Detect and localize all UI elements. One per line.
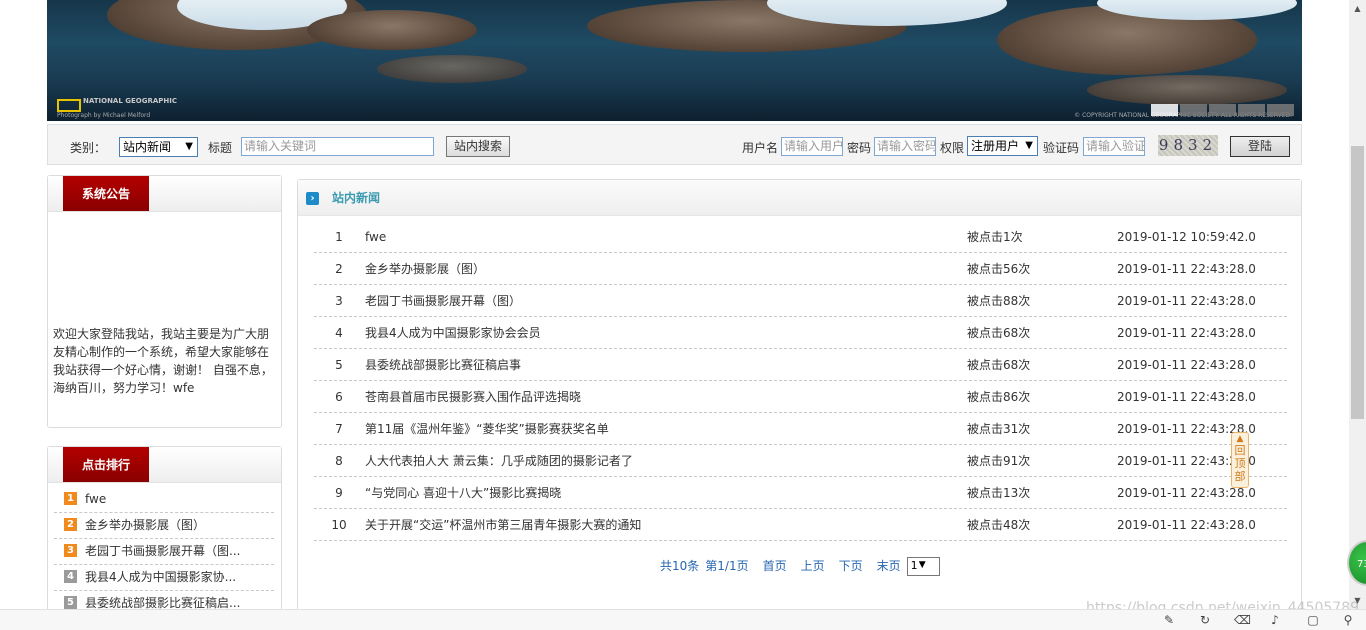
back-to-top-button[interactable]: ▲ 回 顶 部 [1231,432,1249,488]
captcha-input[interactable]: 请输入验证 [1083,137,1145,156]
password-input[interactable]: 请输入密码 [874,137,936,156]
captcha-image[interactable]: 9832 [1158,135,1218,156]
banner-rock [307,10,477,50]
notice-box-header: 系统公告 [48,176,281,212]
ranking-item[interactable]: 1 fwe [54,486,274,513]
rank-number: 1 [64,492,77,505]
page-scrollbar[interactable]: ▲ ▼ [1349,0,1366,609]
keyword-input[interactable]: 请输入关键词 [241,137,434,156]
trash-icon[interactable]: ⌫ [1234,613,1251,627]
window-icon[interactable]: ▢ [1306,613,1320,627]
news-panel: › 站内新闻 1 fwe 被点击1次 2019-01-12 10:59:42.0… [297,179,1302,619]
ranking-box-title: 点击排行 [63,447,149,482]
ranking-item[interactable]: 2 金乡举办摄影展（图） [54,512,274,539]
click-count: 被点击48次 [967,518,1031,532]
row-number: 10 [331,518,347,532]
pin-icon[interactable]: ✎ [1162,613,1176,627]
rank-number: 4 [64,570,77,583]
chevron-down-icon: ▼ [1025,140,1033,151]
slide-dot-1[interactable] [1151,104,1178,116]
national-geographic-logo-icon [57,99,81,112]
site-search-button[interactable]: 站内搜索 [446,136,510,157]
chevron-down-icon: ▼ [918,560,926,570]
username-input[interactable]: 请输入用户 [781,137,843,156]
ranking-item-title[interactable]: fwe [85,492,106,506]
banner-rock [377,55,527,83]
slide-dot-2[interactable] [1180,104,1207,116]
rank-number: 2 [64,518,77,531]
news-panel-title: 站内新闻 [332,191,381,205]
speaker-icon[interactable]: ♪ [1268,613,1282,627]
captcha-label: 验证码 [1043,141,1080,155]
scrollbar-thumb[interactable] [1351,146,1364,419]
ranking-box: 点击排行 1 fwe 2 金乡举办摄影展（图） 3 老园丁书画摄影展开幕（图... 4… [47,446,282,626]
ranking-box-header: 点击排行 [48,447,281,483]
news-date: 2019-01-11 22:43:28.0 [1117,518,1256,532]
rank-number: 5 [64,596,77,609]
chevron-right-icon: › [306,192,319,205]
back-to-top-label-1: 回 [1234,444,1246,457]
category-label: 类别： [70,141,107,155]
notice-text: 欢迎大家登陆我站，我站主要是为广大朋友精心制作的一个系统，希望大家能够在我站获得… [53,327,273,395]
rank-number: 3 [64,544,77,557]
scroll-up-icon[interactable]: ▲ [1349,0,1366,17]
browser-status-bar: ✎ ↻ ⌫ ♪ ▢ ⚲ [0,609,1366,630]
ranking-item[interactable]: 4 我县4人成为中国摄影家协... [54,564,274,591]
pager-total: 共10条 [660,559,700,573]
pager-next-link[interactable]: 下页 [839,559,863,573]
banner-rock [1087,75,1287,105]
ranking-item-title[interactable]: 老园丁书画摄影展开幕（图... [85,544,240,558]
pager-prev-link[interactable]: 上页 [801,559,825,573]
slide-dot-5[interactable] [1267,104,1294,116]
category-select-value: 站内新闻 [123,140,172,154]
ranking-item[interactable]: 3 老园丁书画摄影展开幕（图... [54,538,274,565]
notice-box: 系统公告 欢迎大家登陆我站，我站主要是为广大朋友精心制作的一个系统，希望大家能够… [47,175,282,428]
refresh-icon[interactable]: ↻ [1198,613,1212,627]
pager-page-of: 第1/1页 [705,559,749,573]
ranking-item-title[interactable]: 金乡举办摄影展（图） [85,518,205,532]
role-select[interactable]: 注册用户 ▼ [967,136,1038,156]
slide-dot-4[interactable] [1238,104,1265,116]
role-label: 权限 [940,141,965,155]
arrow-up-icon: ▲ [1236,434,1244,444]
role-select-value: 注册用户 [971,139,1020,153]
ranking-item-title[interactable]: 县委统战部摄影比赛征稿启... [85,596,240,610]
news-panel-header: › 站内新闻 [298,180,1301,216]
password-label: 密码 [847,141,872,155]
news-title-link[interactable]: 关于开展“交运”杯温州市第三届青年摄影大赛的通知 [365,503,641,547]
banner-image: NATIONAL GEOGRAPHIC Photograph by Michae… [47,0,1302,121]
banner-brand: NATIONAL GEOGRAPHIC [83,97,177,105]
slide-dot-3[interactable] [1209,104,1236,116]
page-select-value: 1 [910,559,918,572]
zoom-icon[interactable]: ⚲ [1341,613,1355,627]
pager-first-link[interactable]: 首页 [763,559,787,573]
username-label: 用户名 [742,141,779,155]
banner-slide-indicators [1151,104,1294,116]
banner-credit: Photograph by Michael Melford [57,112,151,119]
notice-box-title: 系统公告 [63,176,149,211]
back-to-top-label-2: 顶 [1234,457,1246,470]
chevron-down-icon: ▼ [185,141,193,152]
ranking-item-title[interactable]: 我县4人成为中国摄影家协... [85,570,236,584]
category-select[interactable]: 站内新闻 ▼ [119,137,198,157]
page-select[interactable]: 1 ▼ [906,557,940,576]
login-button[interactable]: 登陆 [1230,136,1290,157]
title-label: 标题 [208,141,233,155]
table-row: 10 关于开展“交运”杯温州市第三届青年摄影大赛的通知 被点击48次 2019-… [314,509,1287,541]
pagination: 共10条 第1/1页 首页 上页 下页 末页 1 ▼ [660,557,950,576]
pager-last-link[interactable]: 末页 [877,559,901,573]
back-to-top-label-3: 部 [1234,470,1246,483]
